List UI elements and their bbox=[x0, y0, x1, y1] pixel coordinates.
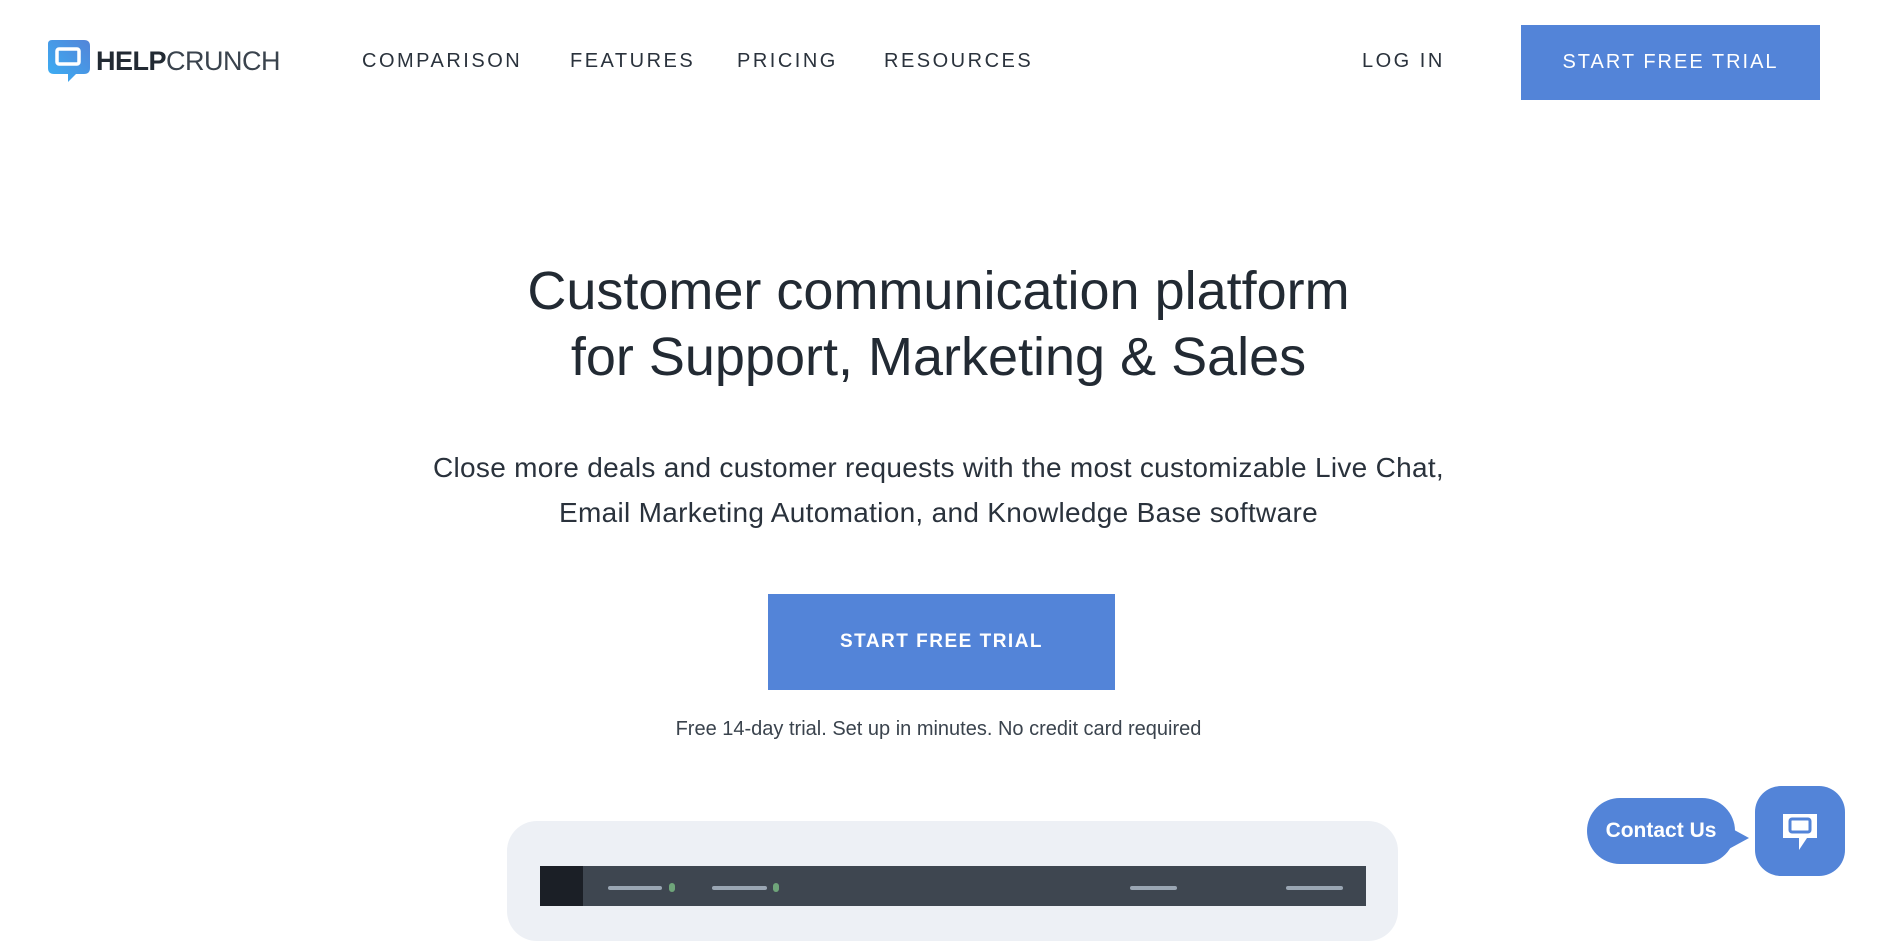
hero-start-trial-button[interactable]: START FREE TRIAL bbox=[768, 594, 1115, 690]
nav-resources[interactable]: RESOURCES bbox=[884, 50, 1033, 73]
login-link[interactable]: LOG IN bbox=[1362, 50, 1445, 73]
chat-icon bbox=[1783, 814, 1817, 850]
brand-name: HELPCRUNCH bbox=[96, 45, 281, 76]
app-preview-topbar bbox=[540, 866, 1366, 906]
hero-subtitle: Close more deals and customer requests w… bbox=[432, 452, 1445, 528]
contact-us-bubble[interactable]: Contact Us bbox=[1587, 798, 1749, 864]
trial-note: Free 14-day trial. Set up in minutes. No… bbox=[675, 718, 1202, 740]
app-preview-sidebar bbox=[540, 866, 583, 906]
nav-features[interactable]: FEATURES bbox=[570, 50, 695, 73]
header-start-trial-button[interactable]: START FREE TRIAL bbox=[1521, 25, 1820, 100]
logo[interactable]: HELPCRUNCH bbox=[48, 40, 281, 82]
hero-title: Customer communication platform for Suppo… bbox=[527, 261, 1350, 387]
chat-widget-button[interactable] bbox=[1755, 786, 1845, 876]
nav-comparison[interactable]: COMPARISON bbox=[362, 50, 522, 73]
helpcrunch-logo-icon bbox=[48, 40, 90, 82]
nav-pricing[interactable]: PRICING bbox=[737, 50, 838, 73]
